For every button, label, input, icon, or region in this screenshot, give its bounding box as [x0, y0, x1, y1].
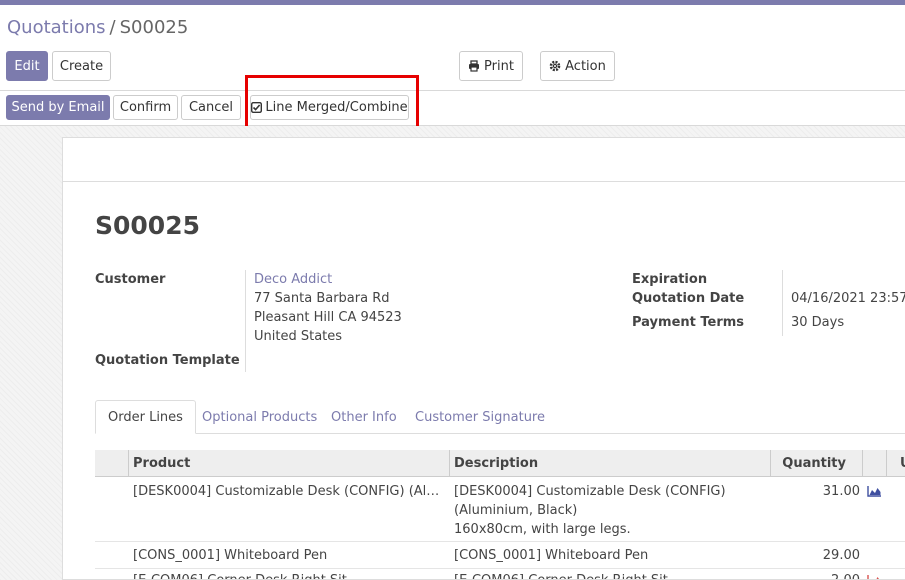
- column-header-unit[interactable]: U: [900, 450, 905, 477]
- confirm-button[interactable]: Confirm: [113, 95, 178, 120]
- action-button[interactable]: Action: [540, 51, 615, 81]
- top-navbar-strip: [0, 0, 905, 5]
- row-description-line: 160x80cm, with large legs.: [454, 522, 631, 537]
- table-row[interactable]: [CONS_0001] Whiteboard Pen [CONS_0001] W…: [95, 542, 905, 569]
- expiration-label: Expiration: [632, 272, 708, 287]
- row-description-line: [E-COM06] Corner Desk Right Sit: [454, 571, 668, 579]
- row-description-line: (Aluminium, Black): [454, 503, 578, 518]
- column-divider: [770, 450, 771, 477]
- customer-name-link[interactable]: Deco Addict: [254, 272, 332, 287]
- row-quantity: 2.00: [775, 571, 860, 579]
- column-header-description[interactable]: Description: [454, 450, 538, 477]
- quotation-template-label: Quotation Template: [95, 353, 240, 368]
- edit-button[interactable]: Edit: [6, 51, 48, 81]
- tab-customer-signature[interactable]: Customer Signature: [403, 400, 557, 434]
- field-divider: [245, 270, 246, 372]
- tab-optional-products[interactable]: Optional Products: [190, 400, 329, 434]
- chart-area-icon-red[interactable]: [867, 574, 882, 580]
- chart-area-icon[interactable]: [867, 485, 882, 497]
- payment-terms-label: Payment Terms: [632, 315, 745, 330]
- tab-other-info[interactable]: Other Info: [319, 400, 409, 434]
- cancel-button[interactable]: Cancel: [181, 95, 241, 120]
- column-header-quantity[interactable]: Quantity: [775, 450, 846, 477]
- table-row[interactable]: [DESK0004] Customizable Desk (CONFIG) (A…: [95, 478, 905, 542]
- payment-terms-value: 30 Days: [791, 315, 845, 330]
- column-divider: [886, 450, 887, 477]
- field-divider-right: [782, 270, 783, 336]
- customer-address-line2: Pleasant Hill CA 94523: [254, 310, 402, 325]
- print-button[interactable]: Print: [459, 51, 523, 81]
- gear-icon: [549, 60, 561, 72]
- breadcrumb: Quotations / S00025: [7, 17, 188, 38]
- breadcrumb-quotations-link[interactable]: Quotations: [7, 17, 106, 38]
- breadcrumb-current: S00025: [119, 17, 189, 38]
- customer-label: Customer: [95, 272, 166, 287]
- quotation-title: S00025: [95, 211, 200, 240]
- breadcrumb-separator: /: [109, 17, 116, 38]
- row-product: [E-COM06] Corner Desk Right Sit: [133, 571, 447, 579]
- row-product: [CONS_0001] Whiteboard Pen: [133, 548, 328, 563]
- create-button[interactable]: Create: [52, 51, 111, 81]
- row-quantity: 31.00: [822, 484, 860, 499]
- column-divider: [128, 450, 129, 477]
- row-quantity: 29.00: [822, 548, 860, 563]
- column-divider: [449, 450, 450, 477]
- quotation-date-label: Quotation Date: [632, 291, 745, 306]
- column-divider: [862, 450, 863, 477]
- customer-address-line1: 77 Santa Barbara Rd: [254, 291, 390, 306]
- send-by-email-button[interactable]: Send by Email: [6, 95, 110, 120]
- print-button-label: Print: [484, 58, 514, 74]
- sheet-header: [63, 138, 905, 182]
- quotation-date-value: 04/16/2021 23:57:22: [791, 291, 905, 306]
- row-description-line: [CONS_0001] Whiteboard Pen: [454, 548, 649, 563]
- tab-order-lines[interactable]: Order Lines: [95, 400, 196, 434]
- row-description-line: [DESK0004] Customizable Desk (CONFIG): [454, 484, 726, 499]
- action-button-label: Action: [565, 58, 606, 74]
- table-row[interactable]: [E-COM06] Corner Desk Right Sit [E-COM06…: [95, 569, 905, 580]
- row-product: [DESK0004] Customizable Desk (CONFIG) (A…: [133, 484, 447, 499]
- print-icon: [469, 60, 480, 72]
- notebook-tabs: Order Lines Optional Products Other Info…: [95, 400, 905, 434]
- customer-address-line3: United States: [254, 329, 343, 344]
- order-lines-header: Product Description Quantity U: [95, 450, 905, 477]
- column-header-product[interactable]: Product: [133, 450, 190, 477]
- form-sheet: S00025 Customer Deco Addict 77 Santa Bar…: [62, 137, 905, 580]
